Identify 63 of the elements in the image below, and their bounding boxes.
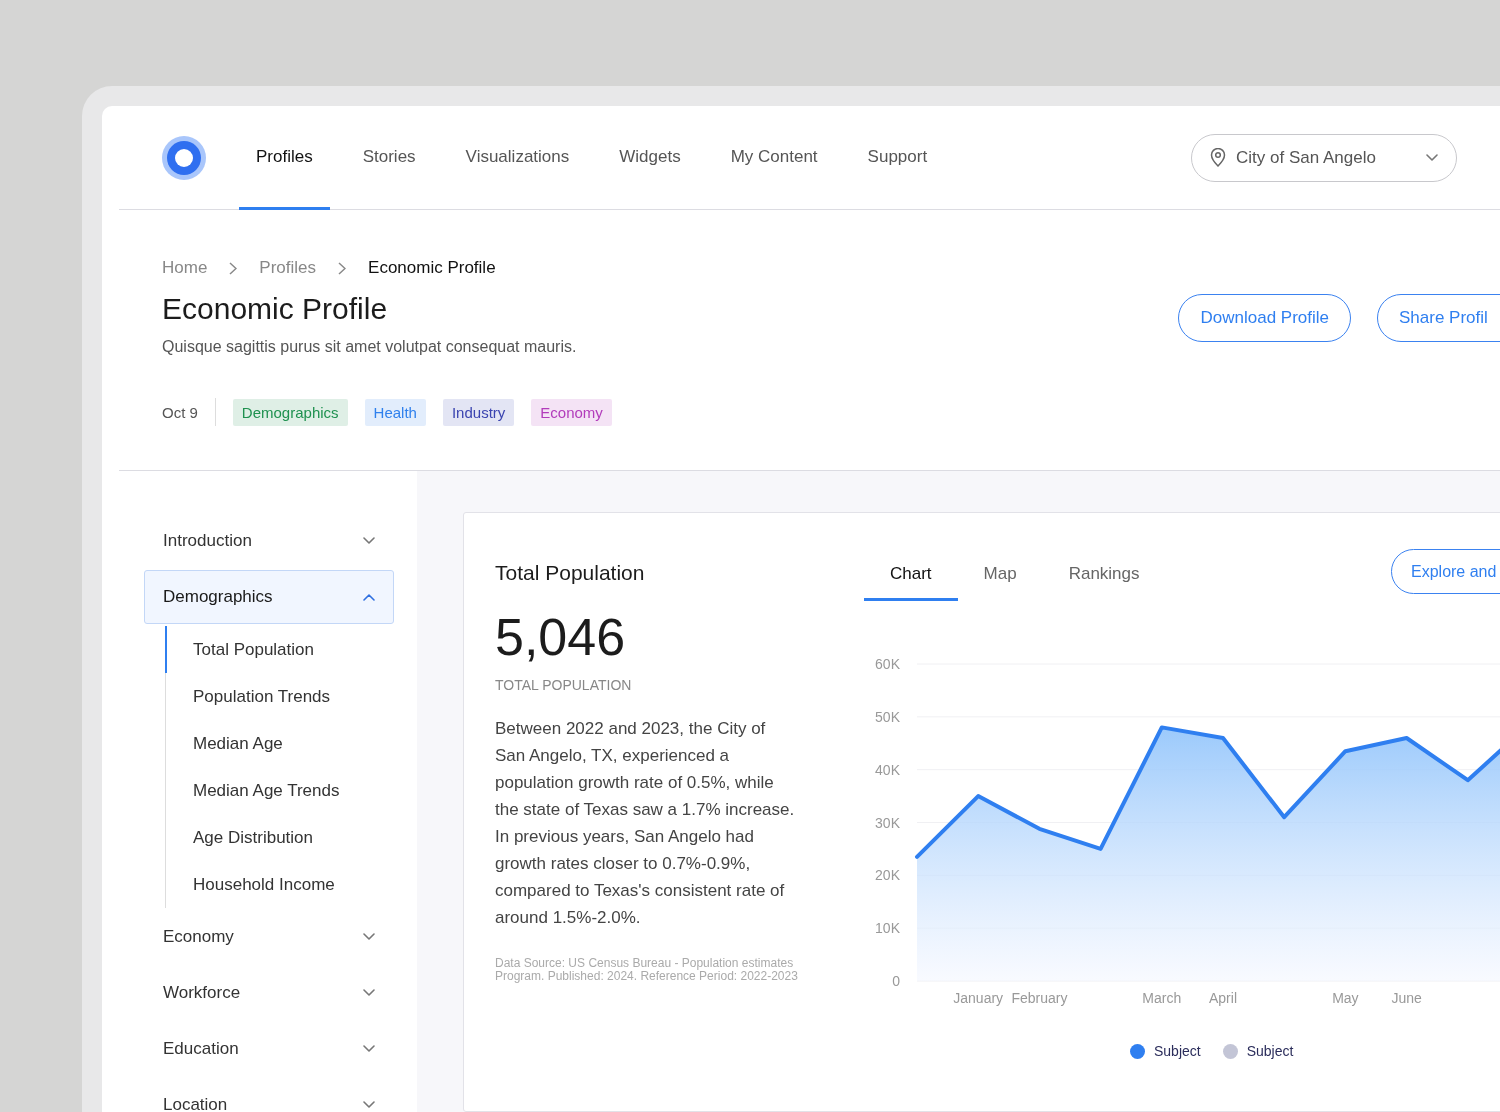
breadcrumb-link[interactable]: Economic Profile: [368, 258, 496, 278]
nav-tab[interactable]: Widgets: [602, 106, 698, 210]
chevron-right-icon: [229, 261, 238, 275]
nav-tab[interactable]: My Content: [713, 106, 835, 210]
nav-tab[interactable]: Profiles: [239, 106, 330, 210]
sidebar-item[interactable]: Education: [144, 1022, 394, 1076]
share-button[interactable]: Share Profil: [1377, 294, 1500, 342]
axis-label: 10K: [875, 920, 900, 937]
axis-label: 30K: [875, 814, 900, 831]
page-title: Economic Profile: [162, 292, 389, 326]
description: Between 2022 and 2023, the City of San Angelo, TX, experienced a population growth rate of 0.5%, while the state of Texas saw a 1.7% increase. In previous years, San Angelo had growth rates closer to 0.7%-0.9%, compared to Texas's consistent rate of around 1.5%-2.0%.: [495, 718, 796, 929]
chevron-right-icon: [338, 261, 347, 275]
logo-icon[interactable]: [162, 135, 206, 180]
axis-label: January: [953, 990, 1004, 1006]
chevron-icon: [363, 933, 375, 941]
stat-value: 5,046: [495, 607, 627, 667]
sidebar-subitem[interactable]: Age Distribution: [165, 814, 394, 861]
tag[interactable]: Industry: [442, 398, 515, 426]
legend-label: Subject: [1246, 1043, 1294, 1059]
location-pin-icon: [1210, 148, 1226, 167]
sidebar-item[interactable]: Introduction: [144, 514, 394, 568]
chevron-icon: [363, 989, 375, 997]
axis-label: June: [1391, 990, 1422, 1006]
sidebar-item[interactable]: Economy: [144, 910, 394, 964]
axis-label: 20K: [875, 867, 900, 884]
chevron-icon: [363, 1101, 375, 1109]
date-label: Oct 9: [162, 403, 198, 421]
nav-tab[interactable]: Visualizations: [448, 106, 587, 210]
axis-label: April: [1209, 990, 1237, 1006]
chevron-icon: [363, 537, 375, 545]
view-tab[interactable]: Map: [957, 549, 1043, 601]
card-title: Total Population: [495, 561, 646, 585]
legend-label: Subject: [1154, 1043, 1201, 1059]
axis-label: 0: [892, 973, 900, 989]
chevron-icon: [1426, 153, 1438, 162]
sidebar-item[interactable]: Demographics: [144, 570, 394, 624]
axis-label: 60K: [875, 656, 900, 672]
axis-label: February: [1011, 990, 1068, 1006]
sidebar-subitem[interactable]: Household Income: [165, 861, 394, 908]
sidebar-item[interactable]: Location: [144, 1078, 394, 1112]
axis-label: May: [1332, 990, 1359, 1006]
chevron-icon: [363, 1045, 375, 1053]
sidebar-subitem[interactable]: Median Age Trends: [165, 767, 394, 814]
download-button[interactable]: Download Profile: [1178, 294, 1351, 342]
view-tab[interactable]: Rankings: [1042, 549, 1166, 601]
page-subtitle: Quisque sagittis purus sit amet volutpat consequat mauris.: [162, 338, 578, 356]
axis-label: March: [1142, 990, 1182, 1006]
explore-button[interactable]: Explore and: [1391, 549, 1500, 594]
sidebar-item[interactable]: Workforce: [144, 966, 394, 1020]
view-tab[interactable]: Chart: [864, 549, 958, 601]
chevron-icon: [363, 593, 375, 601]
breadcrumb-link[interactable]: Home: [162, 258, 208, 278]
nav-tab[interactable]: Support: [850, 106, 945, 210]
axis-label: 40K: [875, 761, 900, 778]
axis-label: 50K: [875, 708, 900, 725]
stat-label: TOTAL POPULATION: [495, 677, 633, 693]
breadcrumb-link[interactable]: Profiles: [259, 258, 317, 278]
source-note: Data Source: US Census Bureau - Population estimates Program. Published: 2024. Reference Period: 2022-2023: [495, 957, 799, 983]
nav-tab[interactable]: Stories: [345, 106, 433, 210]
sidebar-subitem[interactable]: Total Population: [165, 626, 394, 673]
sidebar-subitem[interactable]: Median Age: [165, 720, 394, 767]
sidebar-subitem[interactable]: Population Trends: [165, 673, 394, 720]
tag[interactable]: Economy: [531, 398, 612, 426]
